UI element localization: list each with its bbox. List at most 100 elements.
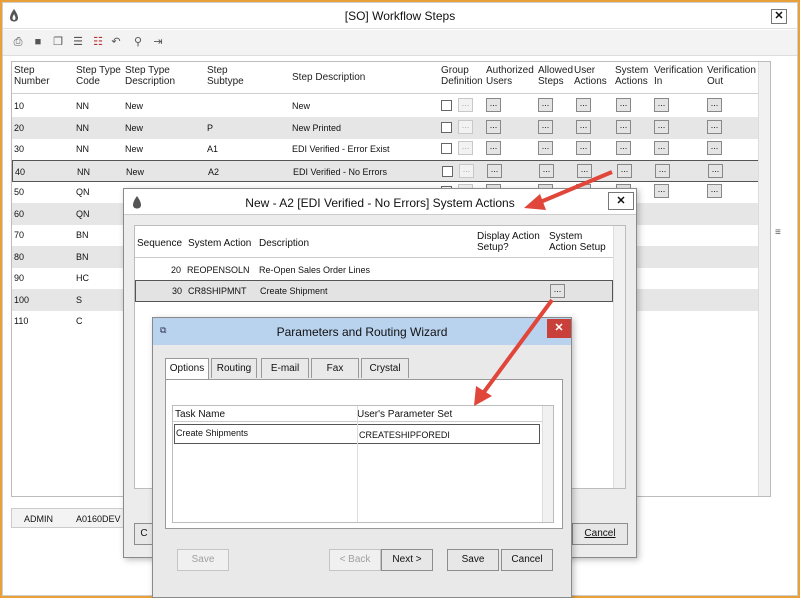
row-task-name: Create Shipments <box>176 428 249 438</box>
col-step-description: Step Description <box>292 72 366 83</box>
cell-step-number: 50 <box>14 187 25 197</box>
col-step-number: Step Number <box>14 65 50 87</box>
wizard-save-button[interactable]: Save <box>447 549 499 571</box>
user-actions-button[interactable]: ... <box>577 163 592 178</box>
grid-header: Step Number Step Type Code Step Type Des… <box>12 62 770 94</box>
group-definition-button[interactable]: ... <box>458 98 473 112</box>
cell-step-type-code: QN <box>76 208 90 219</box>
group-definition-checkbox[interactable] <box>441 121 452 133</box>
cell-step-type-code: QN <box>76 187 90 197</box>
tab-routing[interactable]: Routing <box>211 358 257 378</box>
parameters-scrollbar[interactable] <box>542 406 553 522</box>
main-close-button[interactable]: ✕ <box>771 9 787 24</box>
allowed-steps-button[interactable]: ... <box>538 141 553 155</box>
system-actions-cancel-button[interactable]: Cancel <box>572 523 628 545</box>
row-sequence: 20 <box>171 265 182 275</box>
verification-in-button[interactable]: ... <box>654 184 669 198</box>
user-actions-button[interactable]: ... <box>576 141 591 155</box>
col-step-type-desc: Step Type Description <box>125 65 176 87</box>
grid-scrollbar[interactable] <box>758 62 770 496</box>
authorized-users-button[interactable]: ... <box>486 119 501 134</box>
system-actions-button[interactable]: ... <box>616 98 631 112</box>
col-task-name: Task Name <box>175 409 226 420</box>
wizard-titlebar: ⧉ Parameters and Routing Wizard ✕ <box>153 318 571 345</box>
system-action-row-selected[interactable]: 30 CR8SHIPMNT Create Shipment ... <box>135 280 613 302</box>
table-row[interactable]: 20 NN New P New Printed..................... <box>12 116 770 139</box>
allowed-steps-button[interactable]: ... <box>538 98 553 112</box>
tab-fax[interactable]: Fax <box>311 358 359 378</box>
system-actions-button[interactable]: ... <box>616 141 631 155</box>
add-row-icon[interactable]: ☰ <box>71 36 85 49</box>
cell-step-number: 60 <box>14 208 25 219</box>
copy-icon[interactable]: ❐ <box>51 36 65 49</box>
user-actions-button[interactable]: ... <box>576 98 591 112</box>
system-actions-button[interactable]: ... <box>616 119 631 134</box>
cell-step-number: 10 <box>14 101 25 111</box>
group-definition-button[interactable]: ... <box>458 141 473 155</box>
cell-step-subtype: A2 <box>208 166 220 177</box>
left-action-button[interactable]: C <box>134 523 154 545</box>
verification-in-button[interactable]: ... <box>654 98 669 112</box>
cell-step-number: 90 <box>14 273 25 283</box>
tab-email[interactable]: E-mail <box>261 358 309 378</box>
group-definition-checkbox[interactable] <box>441 143 452 154</box>
allowed-steps-button[interactable]: ... <box>539 163 554 178</box>
tab-options[interactable]: Options <box>165 358 209 379</box>
status-database: A0160DEV <box>76 514 121 524</box>
system-actions-close-button[interactable]: ✕ <box>608 192 634 210</box>
cell-step-number: 70 <box>14 230 25 240</box>
next-button[interactable]: Next > <box>381 549 433 571</box>
authorized-users-button[interactable]: ... <box>486 141 501 155</box>
find-icon[interactable]: ⚲ <box>131 36 145 49</box>
allowed-steps-button[interactable]: ... <box>538 119 553 134</box>
verification-out-button[interactable]: ... <box>707 184 722 198</box>
cell-step-description: EDI Verified - Error Exist <box>292 144 390 154</box>
verification-in-button[interactable]: ... <box>654 119 669 134</box>
cell-step-type-code: BN <box>76 230 89 240</box>
wizard-save-left-button[interactable]: Save <box>177 549 229 571</box>
system-action-row[interactable]: 20 REOPENSOLN Re-Open Sales Order Lines <box>135 260 613 280</box>
verification-out-button[interactable]: ... <box>707 141 722 155</box>
system-action-setup-button[interactable]: ... <box>550 284 565 298</box>
col-verification-in: Verification In <box>654 65 703 87</box>
verification-out-button[interactable]: ... <box>707 119 722 134</box>
options-tab-panel: Task Name User's Parameter Set Create Sh… <box>165 379 563 529</box>
undo-icon[interactable]: ↶ <box>109 36 123 49</box>
col-system-action-setup: System Action Setup <box>549 231 606 253</box>
save-icon[interactable]: ■ <box>31 36 45 49</box>
group-definition-button[interactable]: ... <box>458 119 473 134</box>
authorized-users-button[interactable]: ... <box>487 163 502 178</box>
system-actions-title: New - A2 [EDI Verified - No Errors] Syst… <box>245 196 515 210</box>
cell-step-type-code: NN <box>76 101 89 111</box>
group-definition-checkbox[interactable] <box>441 100 452 111</box>
group-definition-checkbox[interactable] <box>442 165 453 177</box>
wizard-cancel-button[interactable]: Cancel <box>501 549 553 571</box>
verification-out-button[interactable]: ... <box>708 163 723 178</box>
system-actions-button[interactable]: ... <box>617 163 632 178</box>
user-actions-button[interactable]: ... <box>576 119 591 134</box>
export-icon[interactable]: ⇥ <box>151 36 165 49</box>
table-row[interactable]: 30 NN New A1 EDI Verified - Error Exist.....… <box>12 138 770 160</box>
tab-crystal[interactable]: Crystal <box>361 358 409 378</box>
cell-step-type-code: NN <box>76 144 89 154</box>
system-actions-scrollbar[interactable] <box>613 226 625 488</box>
cell-step-subtype: A1 <box>207 144 219 154</box>
table-row[interactable]: 40 NN New A2 EDI Verified - No Errors.......… <box>12 159 770 182</box>
print-icon[interactable]: ⎙ <box>11 36 25 49</box>
back-button[interactable]: < Back <box>329 549 381 571</box>
cell-step-type-code: NN <box>77 166 90 177</box>
table-row[interactable]: 10 NN New New..................... <box>12 95 770 117</box>
verification-in-button[interactable]: ... <box>655 163 670 178</box>
wizard-close-button[interactable]: ✕ <box>547 319 571 338</box>
delete-row-icon[interactable]: ☷ <box>91 36 105 49</box>
cell-step-type-desc: New <box>126 166 145 177</box>
col-step-subtype: Step Subtype <box>207 65 244 87</box>
row-parameter-set: CREATESHIPFOREDI <box>359 430 450 440</box>
verification-in-button[interactable]: ... <box>654 141 669 155</box>
group-definition-button[interactable]: ... <box>459 163 474 178</box>
parameters-header: Task Name User's Parameter Set <box>173 406 543 422</box>
authorized-users-button[interactable]: ... <box>486 98 501 112</box>
cell-step-type-code: S <box>76 294 83 305</box>
verification-out-button[interactable]: ... <box>707 98 722 112</box>
cell-step-type-desc: New <box>125 144 144 154</box>
